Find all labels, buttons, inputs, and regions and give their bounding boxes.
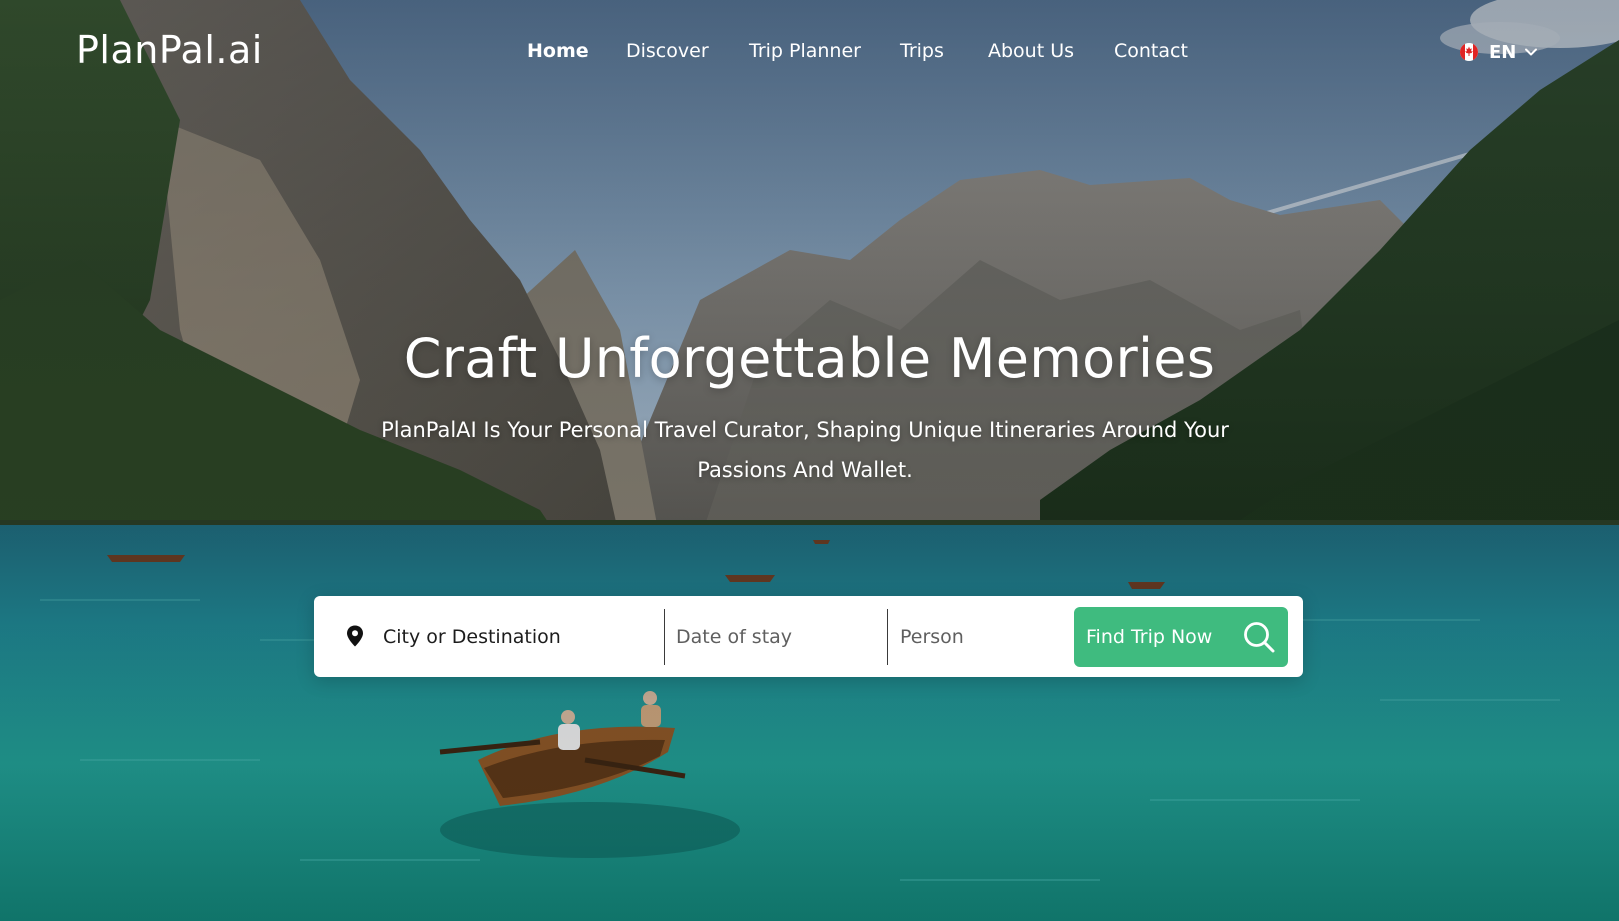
person-input[interactable] bbox=[900, 596, 1070, 677]
language-label: EN bbox=[1489, 41, 1517, 63]
chevron-down-icon bbox=[1525, 48, 1538, 56]
map-pin-icon bbox=[347, 625, 363, 647]
main-nav: Home Discover Trip Planner Trips About U… bbox=[0, 40, 1619, 64]
canada-flag-icon bbox=[1460, 43, 1478, 61]
search-icon bbox=[1244, 622, 1275, 653]
find-trip-button-label: Find Trip Now bbox=[1086, 626, 1213, 648]
destination-input[interactable] bbox=[383, 596, 663, 677]
nav-item-discover[interactable]: Discover bbox=[626, 40, 709, 62]
nav-item-trip-planner[interactable]: Trip Planner bbox=[749, 40, 861, 62]
nav-item-trips[interactable]: Trips bbox=[900, 40, 944, 62]
date-of-stay-input[interactable] bbox=[676, 596, 886, 677]
site-header: PlanPal.ai Home Discover Trip Planner Tr… bbox=[0, 0, 1619, 104]
search-divider bbox=[664, 609, 665, 665]
nav-item-contact[interactable]: Contact bbox=[1114, 40, 1188, 62]
hero-title: Craft Unforgettable Memories bbox=[403, 327, 1216, 390]
search-divider bbox=[887, 609, 888, 665]
trip-search-bar: Find Trip Now bbox=[314, 596, 1303, 677]
language-selector[interactable]: EN bbox=[1460, 40, 1538, 64]
nav-item-home[interactable]: Home bbox=[527, 40, 589, 62]
hero-subtitle: PlanPalAI Is Your Personal Travel Curato… bbox=[381, 418, 1229, 482]
find-trip-button[interactable]: Find Trip Now bbox=[1074, 607, 1288, 667]
nav-item-about-us[interactable]: About Us bbox=[988, 40, 1074, 62]
